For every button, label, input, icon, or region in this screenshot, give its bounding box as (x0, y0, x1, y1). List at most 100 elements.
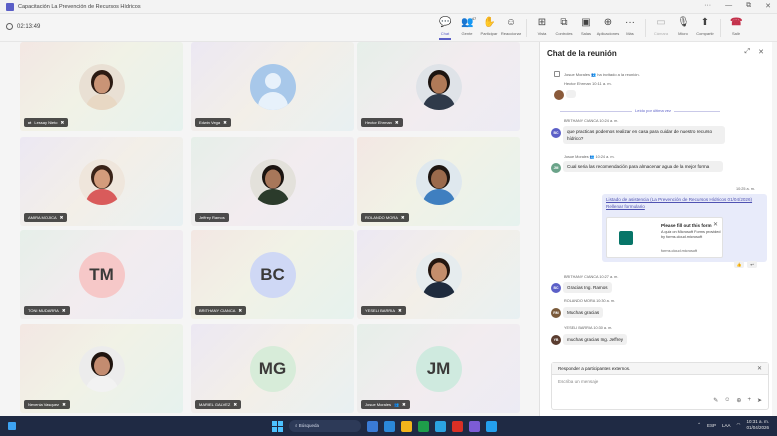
send-icon[interactable]: ➤ (757, 397, 762, 404)
participant-photo (78, 345, 125, 392)
format-icon[interactable]: ✎ (713, 397, 718, 404)
clock[interactable]: 10:31 a. m. 01/04/2026 (746, 419, 769, 431)
mic-muted-icon: ✖ (223, 120, 227, 125)
taskbar-app-icon[interactable] (418, 420, 429, 432)
widgets-icon[interactable] (8, 422, 16, 430)
taskbar-app-icon[interactable] (367, 420, 378, 432)
popout-icon[interactable]: ⤢ (745, 48, 751, 56)
toolbar-gente-button[interactable]: 👥 Gente 47 (456, 16, 478, 40)
avatar: YB (551, 335, 561, 345)
card-close-icon[interactable]: ✕ (713, 221, 718, 228)
toolbar-mas-button[interactable]: ··· Más (619, 17, 641, 40)
participant-initials: JM (415, 345, 462, 392)
taskbar-app-icon[interactable] (401, 420, 412, 432)
taskbar-app-icon[interactable] (469, 420, 480, 432)
taskbar-app-icon[interactable] (435, 420, 446, 432)
toolbar-salir-button[interactable]: ☎ Salir (725, 17, 747, 40)
shield-icon (6, 23, 13, 30)
window-controls: ··· — ⧉ ✕ (704, 2, 771, 10)
more-options-icon[interactable]: ··· (704, 2, 711, 10)
participant-tile[interactable]: Edwin Vega ✖ (191, 42, 354, 131)
participant-tile[interactable]: ⇄ Lessay Nieto ✖ (20, 42, 183, 131)
aplicaciones-icon: ⊕ (603, 17, 613, 28)
participant-tile[interactable]: YESELI BARRIA ✖ (357, 230, 520, 319)
form-link[interactable]: Listado de asistencia (La Prevención de … (606, 197, 752, 209)
message-meta: BRITHANY CIANCA 10:27 a. m. (564, 275, 619, 279)
participant-photo (249, 158, 296, 205)
taskbar-app-icon[interactable] (452, 420, 463, 432)
tray-lang[interactable]: ESP (707, 423, 716, 428)
taskbar-app-icon[interactable] (384, 420, 395, 432)
taskbar-app-icon[interactable] (486, 420, 497, 432)
toolbar-micro-button[interactable]: 🎙 Micro (672, 17, 694, 40)
dismiss-notice-icon[interactable]: ✕ (757, 363, 762, 375)
taskbar-search[interactable]: ⌕ Búsqueda (289, 420, 361, 432)
participant-photo (415, 63, 462, 110)
organizer-icon: 👥 (394, 402, 399, 407)
vista-icon: ⊞ (537, 17, 547, 28)
toolbar-salas-button[interactable]: ▣ Salas (575, 17, 597, 40)
toolbar-participar-button[interactable]: ✋ Participar (478, 17, 500, 40)
mic-muted-icon: ✖ (238, 308, 243, 313)
compose-box[interactable]: Responder a participantes externos. ✕ Es… (551, 362, 769, 410)
reply-reaction[interactable]: ↩ (747, 261, 757, 268)
chevron-up-icon[interactable]: ⌃ (697, 422, 701, 428)
toolbar-divider (526, 19, 527, 37)
toolbar-label: Participar (480, 31, 498, 36)
mic-muted-icon: ✖ (61, 308, 66, 313)
participant-name-tag: Hector Ehrman ✖ (361, 118, 403, 127)
participant-photo (78, 63, 125, 110)
message-meta: ROLANDO MORA 10:30 a. m. (564, 299, 616, 303)
toolbar-aplicaciones-button[interactable]: ⊕ Aplicaciones (597, 17, 619, 40)
participant-tile[interactable]: ROLANDO MORA ✖ (357, 137, 520, 226)
card-domain: forms.cloud.microsoft (661, 249, 698, 253)
restore-icon[interactable]: ⧉ (746, 2, 751, 10)
participant-name: BRITHANY CIANCA (199, 308, 236, 313)
participant-tile[interactable]: TM TONI MUDARRA ✖ (20, 230, 183, 319)
participant-tile[interactable]: Nevenia Vasquez ✖ (20, 324, 183, 413)
participant-name: Josue Morales (365, 402, 392, 407)
participant-name-tag: ROLANDO MORA ✖ (361, 213, 409, 222)
participant-name-tag: BRITHANY CIANCA ✖ (195, 306, 247, 315)
salir-icon: ☎ (730, 17, 743, 28)
minimize-icon[interactable]: — (725, 2, 732, 10)
participant-tile[interactable]: Jeffrey Ramos (191, 137, 354, 226)
message-input[interactable]: Escriba un mensaje (558, 379, 598, 384)
like-reaction[interactable]: 👍 (734, 261, 744, 268)
toolbar-vista-button[interactable]: ⊞ Vista (531, 17, 553, 40)
close-chat-icon[interactable]: ✕ (758, 48, 764, 56)
forms-link-card[interactable]: Please fill out this form A quiz on Micr… (606, 217, 723, 258)
toolbar-chat-button[interactable]: 💬 Chat (434, 17, 456, 40)
toolbar-label: Gente (461, 31, 473, 36)
participant-tile[interactable]: JM Josue Morales 👥 ✖ (357, 324, 520, 413)
windows-start-icon[interactable] (272, 420, 283, 432)
participant-tile[interactable]: Hector Ehrman ✖ (357, 42, 520, 131)
participant-name-tag: ⇄ Lessay Nieto ✖ (24, 118, 69, 127)
emoji-icon[interactable]: ☺ (724, 397, 730, 404)
tray-region[interactable]: LAA (722, 423, 731, 428)
participant-name: Jeffrey Ramos (199, 215, 225, 220)
toolbar-camara-button[interactable]: ▭ Cámara (650, 17, 672, 40)
hector-avatar (554, 90, 564, 100)
teams-app-icon (6, 2, 14, 11)
attach-icon[interactable]: + (747, 397, 751, 404)
toolbar-reaccionar-button[interactable]: ☺ Reaccionar (500, 17, 522, 40)
participant-tile[interactable]: AMIRA MOJICA ✖ (20, 137, 183, 226)
toolbar-divider (720, 19, 721, 37)
participant-name-tag: YESELI BARRIA ✖ (361, 306, 406, 315)
chat-header-actions: ⤢ ✕ (745, 48, 764, 56)
toolbar-compartir-button[interactable]: ⬆ Compartir (694, 17, 716, 40)
wifi-icon[interactable]: ◠ (737, 422, 741, 428)
toolbar-divider (645, 19, 646, 37)
participant-tile[interactable]: BC BRITHANY CIANCA ✖ (191, 230, 354, 319)
my-message-time: 10:25 a. m. (736, 187, 755, 191)
participant-name: ROLANDO MORA (365, 215, 398, 220)
close-icon[interactable]: ✕ (765, 2, 771, 10)
participant-tile[interactable]: MG MARIEL GALVEZ ✖ (191, 324, 354, 413)
system-event: Josue Morales 👥 ha invitado a la reunión… (564, 72, 640, 77)
message-bubble: Cual seria las recomendación para almace… (563, 161, 723, 172)
camara-icon: ▭ (656, 17, 666, 28)
toolbar-controles-button[interactable]: ⧉ Controles (553, 17, 575, 40)
loop-icon[interactable]: ⊕ (736, 397, 741, 404)
elapsed-time: 02:13:49 (17, 23, 41, 30)
